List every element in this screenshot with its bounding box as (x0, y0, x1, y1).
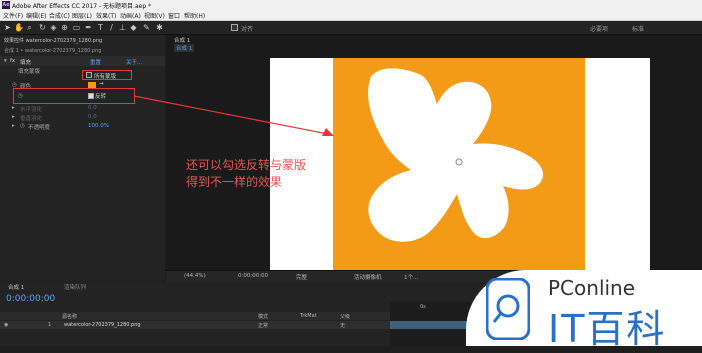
col-parent: 父级 (340, 314, 351, 320)
rectangle-tool-icon[interactable]: ▭ (72, 23, 81, 32)
menu-composition[interactable]: 合成(C) (49, 11, 70, 20)
render-queue-tab[interactable]: 渲染队列 (64, 283, 86, 291)
expand-arrow-icon[interactable]: ▾ (4, 58, 7, 64)
annotation-line-1: 还可以勾选反转与蒙版 (186, 158, 307, 172)
effect-name: 填充 (20, 60, 32, 66)
menu-file[interactable]: 文件(F) (3, 11, 23, 20)
stopwatch-icon[interactable]: ◷ (18, 93, 23, 99)
all-masks-checkbox[interactable] (86, 72, 92, 78)
annotation-arrow (133, 95, 334, 136)
brush-tool-icon[interactable]: / (107, 23, 116, 32)
layer-number: 1 (48, 322, 52, 328)
menu-edit[interactable]: 编辑(E) (26, 11, 46, 20)
effect-header-row[interactable]: ▾ fx 填充 重置 关于... (0, 56, 165, 66)
table-row[interactable]: ◉ 1 watercolor-2702379_1280.png 正常 无 (0, 321, 390, 329)
viewer-timecode[interactable]: 0:00:00:00 (238, 273, 268, 279)
col-trkmat: TrkMat (300, 313, 317, 319)
fill-mask-label: 填充蒙版 (18, 69, 41, 75)
type-tool-icon[interactable]: T (96, 23, 105, 32)
snap-checkbox[interactable] (231, 24, 238, 31)
hfeather-value[interactable]: 0.0 (88, 105, 97, 111)
fx-badge: fx (10, 58, 16, 64)
tools-toolbar: ➤ ✋ ⌕ ↻ ◈ ⊕ ▭ ✒ T / ⊥ ◆ ✎ ✱ 对齐 必要项 标准 (0, 21, 702, 35)
watermark-brand: PConline (548, 276, 636, 300)
expand-arrow-icon[interactable]: ▸ (12, 105, 15, 111)
eraser-tool-icon[interactable]: ◆ (129, 23, 138, 32)
hand-tool-icon[interactable]: ✋ (14, 23, 24, 32)
window-title: Adobe After Effects CC 2017 - 无标题项目.aep … (12, 3, 152, 10)
highlight-invert (13, 88, 135, 104)
snap-label: 对齐 (241, 26, 254, 33)
col-source-name: 源名称 (62, 314, 78, 320)
ruler-label: 0s (420, 304, 426, 310)
camera-tool-icon[interactable]: ◈ (49, 23, 58, 32)
opacity-value[interactable]: 100.0% (88, 123, 109, 129)
opacity-label: 不透明度 (28, 125, 51, 131)
clone-tool-icon[interactable]: ⊥ (118, 23, 127, 32)
watermark-product: IT百科 (548, 307, 667, 351)
timeline-header-row: 源名称 模式 TrkMat 父级 (0, 312, 390, 320)
title-bar: Ae Adobe After Effects CC 2017 - 无标题项目.a… (0, 0, 702, 10)
pen-tool-icon[interactable]: ✒ (84, 23, 93, 32)
roto-tool-icon[interactable]: ✎ (142, 23, 151, 32)
menu-window[interactable]: 窗口 (168, 11, 180, 20)
ae-logo-icon: Ae (2, 1, 10, 9)
zoom-level-dropdown[interactable]: (44.4%) (184, 273, 206, 279)
workspace-label[interactable]: 必要项 (590, 24, 608, 33)
menu-animation[interactable]: 动画(A) (120, 11, 141, 20)
comp-breadcrumb[interactable]: 合成 1 (174, 44, 195, 52)
layer-mode-dropdown[interactable]: 正常 (258, 322, 268, 329)
effect-controls-tab[interactable]: 效果控件 watercolor-2702379_1280.png (4, 37, 102, 44)
workspace-standard-label[interactable]: 标准 (632, 24, 644, 33)
views-dropdown[interactable]: 1个... (404, 273, 418, 281)
pconline-logo-icon (486, 278, 530, 340)
annotation-text: 还可以勾选反转与蒙版 得到不一样的效果 (186, 157, 306, 191)
effect-controls-breadcrumb: 合成 1 • watercolor-2702379_1280.png (4, 48, 102, 54)
hfeather-label: 水平羽化 (20, 107, 43, 113)
stopwatch-icon[interactable]: ◷ (20, 123, 25, 129)
pconline-watermark: PConline IT百科 (466, 270, 702, 351)
menu-effect[interactable]: 效果(T) (96, 11, 116, 20)
layer-parent-dropdown[interactable]: 无 (340, 322, 345, 329)
visibility-eye-icon[interactable]: ◉ (4, 322, 8, 328)
timeline-comp-tab[interactable]: 合成 1 (8, 283, 24, 291)
all-masks-label: 所有蒙版 (94, 74, 117, 80)
current-timecode[interactable]: 0:00:00:00 (6, 294, 55, 304)
about-link[interactable]: 关于... (126, 58, 142, 66)
effect-controls-panel: 效果控件 watercolor-2702379_1280.png 合成 1 • … (0, 35, 165, 281)
invert-label: 反转 (95, 94, 107, 100)
menu-view[interactable]: 视图(V) (144, 11, 165, 20)
comp-viewer-tab[interactable]: 合成 1 (174, 36, 190, 44)
resolution-dropdown[interactable]: 完整 (296, 273, 307, 281)
selection-tool-icon[interactable]: ➤ (3, 23, 12, 32)
puppet-tool-icon[interactable]: ✱ (155, 23, 164, 32)
expand-arrow-icon[interactable]: ▸ (12, 123, 15, 129)
vfeather-label: 垂直羽化 (20, 116, 43, 122)
invert-checkbox[interactable] (88, 93, 94, 99)
menu-help[interactable]: 帮助(H) (184, 11, 205, 20)
col-mode: 模式 (258, 314, 269, 320)
layer-duration-bar[interactable] (390, 321, 470, 329)
eyedropper-icon[interactable]: ⇝ (99, 81, 104, 87)
pan-behind-tool-icon[interactable]: ⊕ (60, 23, 69, 32)
flower-mask-shape[interactable] (333, 58, 585, 270)
camera-dropdown[interactable]: 活动摄像机 (354, 273, 382, 281)
annotation-line-2: 得到不一样的效果 (186, 175, 283, 189)
reset-link[interactable]: 重置 (90, 58, 101, 66)
menu-bar: 文件(F) 编辑(E) 合成(C) 图层(L) 效果(T) 动画(A) 视图(V… (0, 10, 702, 21)
expand-arrow-icon[interactable]: ▸ (12, 114, 15, 120)
menu-layer[interactable]: 图层(L) (72, 11, 92, 20)
timeline-track-area[interactable]: 0s (390, 302, 470, 346)
zoom-tool-icon[interactable]: ⌕ (25, 23, 34, 32)
layer-name[interactable]: watercolor-2702379_1280.png (64, 322, 141, 328)
vfeather-value[interactable]: 0.0 (88, 114, 97, 120)
rotate-tool-icon[interactable]: ↻ (38, 23, 47, 32)
